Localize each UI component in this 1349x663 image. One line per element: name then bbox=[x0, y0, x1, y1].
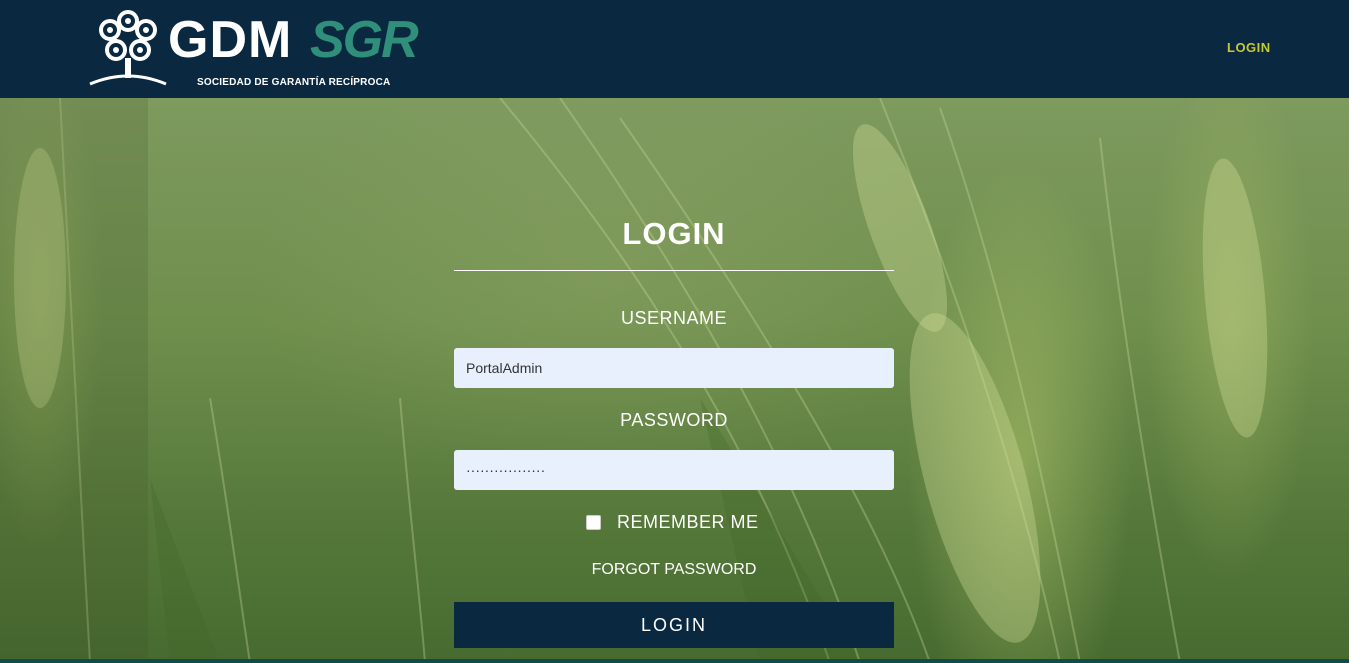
top-navbar: GDM SGR SOCIEDAD DE GARANTÍA RECÍPROCA L… bbox=[0, 0, 1349, 98]
title-divider bbox=[454, 270, 894, 271]
remember-me-row[interactable]: REMEMBER ME bbox=[586, 512, 759, 532]
login-button[interactable]: LOGIN bbox=[454, 602, 894, 648]
remember-me-checkbox[interactable] bbox=[586, 514, 601, 530]
password-input[interactable] bbox=[454, 450, 894, 490]
form-title: LOGIN bbox=[622, 216, 726, 251]
password-label: PASSWORD bbox=[620, 410, 728, 430]
username-input[interactable] bbox=[454, 348, 894, 388]
nav-login-link[interactable]: LOGIN bbox=[1227, 40, 1271, 55]
brand-logo[interactable]: GDM SGR SOCIEDAD DE GARANTÍA RECÍPROCA bbox=[88, 8, 419, 90]
login-form: LOGIN USERNAME PASSWORD REMEMBER ME FORG… bbox=[454, 98, 894, 663]
logo-text-sgr: SGR bbox=[310, 11, 419, 69]
username-label: USERNAME bbox=[620, 308, 727, 328]
logo-text-gdm: GDM bbox=[168, 11, 293, 69]
remember-me-label: REMEMBER ME bbox=[617, 511, 759, 532]
background-shade bbox=[0, 98, 148, 663]
forgot-password-link[interactable]: FORGOT PASSWORD bbox=[454, 561, 894, 579]
tree-icon bbox=[89, 10, 167, 86]
logo-subtitle: SOCIEDAD DE GARANTÍA RECÍPROCA bbox=[197, 77, 391, 88]
